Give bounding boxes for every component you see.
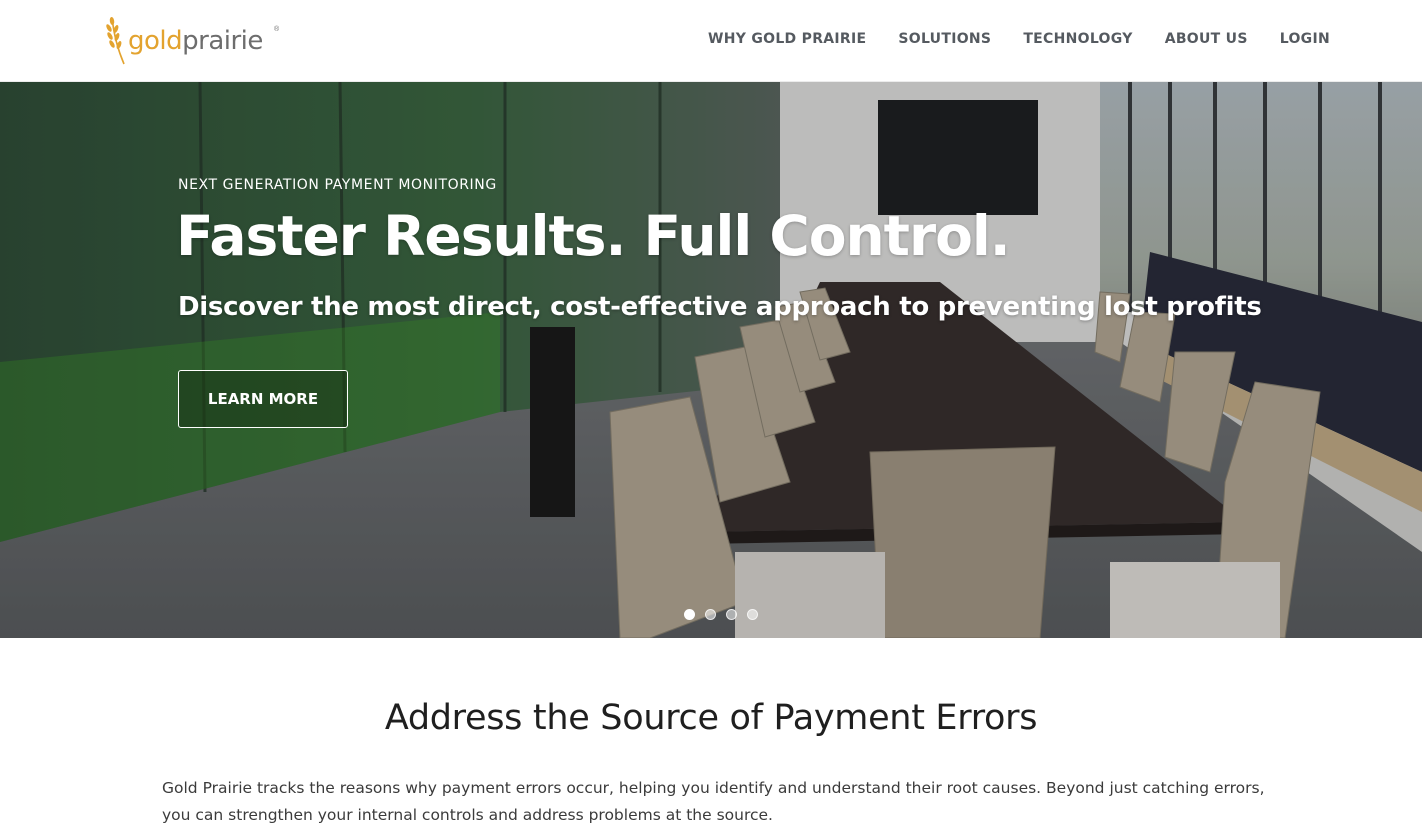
hero-carousel: NEXT GENERATION PAYMENT MONITORING Faste… [0, 82, 1422, 638]
carousel-indicators [684, 609, 758, 620]
carousel-dot-4[interactable] [747, 609, 758, 620]
hero-overlay [0, 82, 1422, 638]
logo-trademark: ® [274, 26, 280, 33]
site-header: goldprairie ® WHY GOLD PRAIRIE SOLUTIONS… [0, 0, 1422, 82]
carousel-dot-2[interactable] [705, 609, 716, 620]
hero-title: Faster Results. Full Control. [176, 204, 1011, 268]
nav-technology[interactable]: TECHNOLOGY [1023, 31, 1132, 47]
wheat-icon [106, 17, 125, 65]
logo-text-gold: gold [128, 26, 183, 56]
logo-text-prairie: prairie [182, 26, 263, 56]
nav-login[interactable]: LOGIN [1280, 31, 1330, 47]
hero-subtitle: Discover the most direct, cost-effective… [178, 292, 1262, 322]
nav-about-us[interactable]: ABOUT US [1165, 31, 1248, 47]
learn-more-button[interactable]: LEARN MORE [178, 370, 348, 428]
logo-wordmark: goldprairie [128, 26, 263, 56]
hero-eyebrow: NEXT GENERATION PAYMENT MONITORING [178, 177, 497, 193]
nav-why-gold-prairie[interactable]: WHY GOLD PRAIRIE [708, 31, 866, 47]
nav-solutions[interactable]: SOLUTIONS [898, 31, 991, 47]
carousel-dot-1[interactable] [684, 609, 695, 620]
gold-prairie-logo[interactable]: goldprairie ® [100, 14, 290, 66]
section-title: Address the Source of Payment Errors [384, 698, 1038, 738]
main-nav: WHY GOLD PRAIRIE SOLUTIONS TECHNOLOGY AB… [708, 31, 1330, 47]
section-body: Gold Prairie tracks the reasons why paym… [162, 779, 1265, 824]
carousel-dot-3[interactable] [726, 609, 737, 620]
